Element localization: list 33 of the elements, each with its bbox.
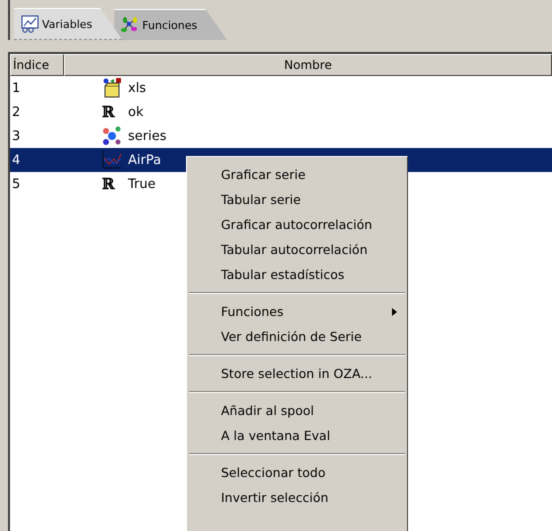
- real-numbers-icon: ℝ: [102, 175, 114, 193]
- dots-icon: [102, 126, 122, 146]
- index-cell-text: 2: [11, 104, 22, 120]
- name-cell[interactable]: ok: [128, 104, 144, 120]
- tab[interactable]: Funciones: [114, 9, 228, 40]
- name-cell[interactable]: xls: [128, 80, 146, 96]
- menu-item[interactable]: Añadir al spool: [187, 398, 407, 423]
- real-numbers-icon: ℝ: [102, 103, 114, 121]
- name-cell[interactable]: series: [128, 128, 166, 144]
- index-cell-text: 3: [11, 128, 22, 144]
- menu-item[interactable]: Tabular autocorrelación: [187, 237, 407, 262]
- menu-item[interactable]: Tabular estadísticos: [187, 262, 407, 287]
- index-cell-text: 1: [11, 80, 22, 96]
- tab[interactable]: Variables: [14, 8, 122, 40]
- line-chart-icon: [102, 150, 122, 170]
- menu-item[interactable]: Graficar serie: [187, 162, 407, 187]
- name-cell[interactable]: True: [128, 176, 156, 192]
- index-cell-text: 4: [11, 152, 22, 168]
- column-header[interactable]: Nombre: [64, 54, 552, 76]
- menu-item[interactable]: Seleccionar todo: [187, 460, 407, 485]
- menu-item[interactable]: Ver definición de Serie: [187, 324, 407, 349]
- menu-item[interactable]: A la ventana Eval: [187, 423, 407, 448]
- column-header[interactable]: Índice: [10, 54, 64, 76]
- menu-item[interactable]: Store selection in OZA...: [187, 361, 407, 386]
- name-cell[interactable]: AirPa: [128, 152, 162, 168]
- chart-icon: [20, 15, 40, 33]
- submenu-arrow-icon: [392, 308, 397, 316]
- index-cell-text: 5: [11, 176, 22, 192]
- box-icon: [102, 78, 122, 98]
- menu-item[interactable]: Graficar autocorrelación: [187, 212, 407, 237]
- menu-item[interactable]: Invertir selección: [187, 485, 407, 510]
- menu-item[interactable]: Funciones: [187, 299, 407, 324]
- menu-item[interactable]: Tabular serie: [187, 187, 407, 212]
